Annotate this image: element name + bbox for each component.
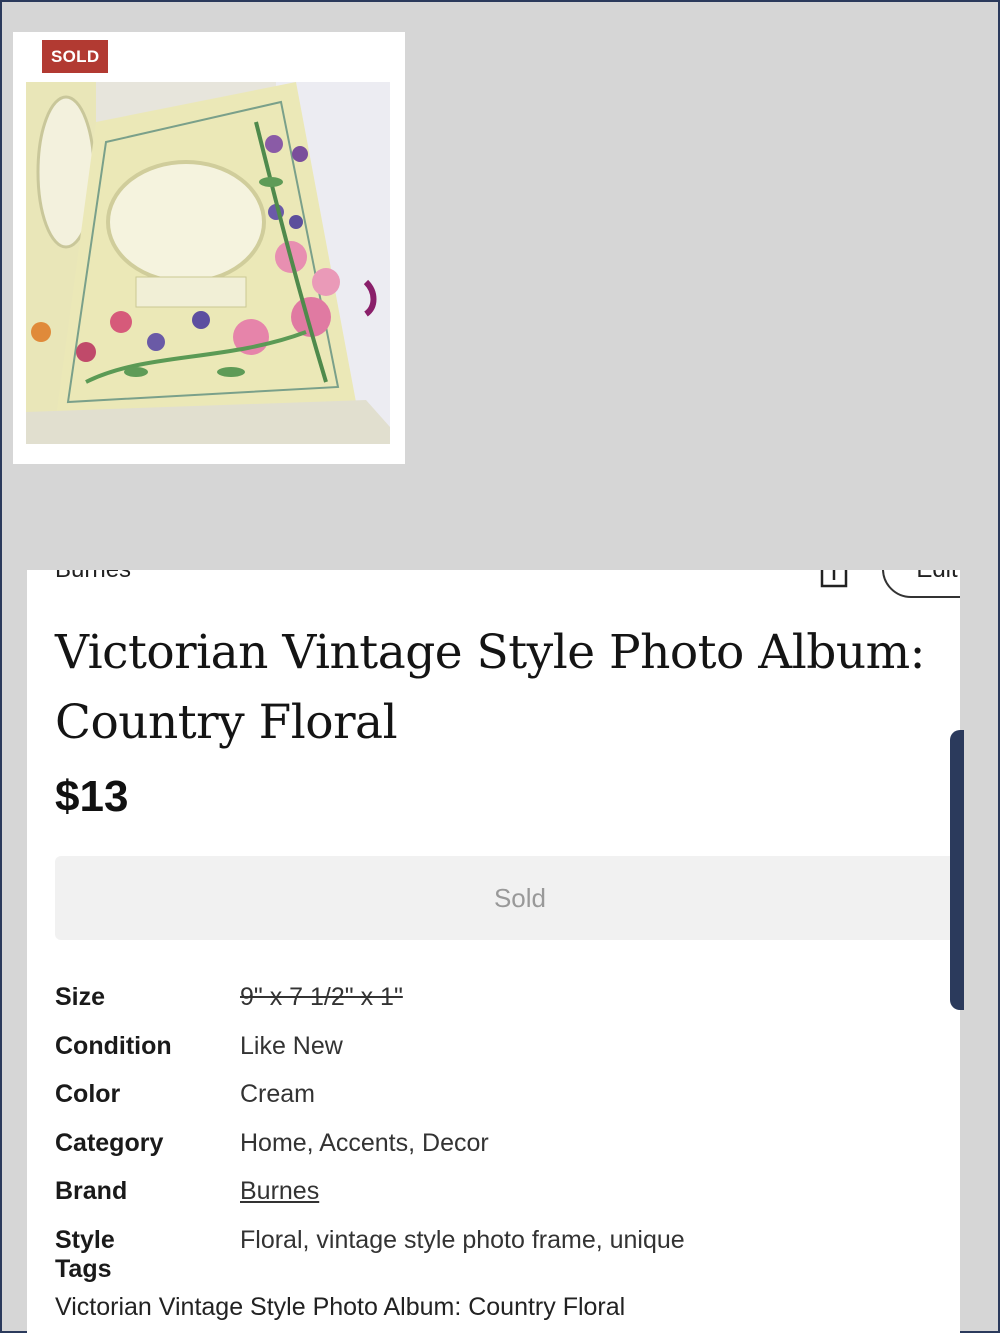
sold-status-button[interactable]: Sold	[55, 856, 960, 940]
edit-button[interactable]: Edit	[882, 570, 960, 598]
side-drawer-handle[interactable]	[950, 730, 964, 1010]
spec-label: Color	[55, 1080, 121, 1108]
spec-value: Cream	[240, 1080, 316, 1108]
brand-link[interactable]: Burnes	[240, 1177, 319, 1206]
listing-title: Victorian Vintage Style Photo Album: Cou…	[55, 625, 926, 750]
spec-label: Style Tags	[55, 1225, 115, 1283]
spec-label: Category	[55, 1128, 164, 1157]
spec-label: Brand	[55, 1177, 128, 1205]
share-icon[interactable]	[819, 570, 849, 590]
spec-value: 9" x 7 1/2" x 1"	[240, 983, 403, 1011]
spec-value: Home, Accents, Decor	[240, 1128, 489, 1157]
floral-album-illustration	[26, 82, 390, 444]
spec-value: Floral, vintage style photo frame, uniqu…	[240, 1225, 685, 1254]
listing-thumbnail-card[interactable]: SOLD	[13, 32, 405, 464]
brand-header-text[interactable]: Burnes	[55, 570, 131, 584]
spec-label: Size	[55, 983, 106, 1011]
listing-description: Victorian Vintage Style Photo Album: Cou…	[55, 1293, 626, 1321]
sold-badge: SOLD	[42, 40, 109, 73]
listing-detail-panel: Burnes Edit Victorian Vintage Style Phot…	[27, 570, 960, 1333]
listing-price: $13	[55, 772, 129, 821]
spec-value: Like New	[240, 1031, 343, 1060]
product-photo[interactable]	[26, 82, 390, 444]
spec-label: Condition	[55, 1031, 172, 1060]
